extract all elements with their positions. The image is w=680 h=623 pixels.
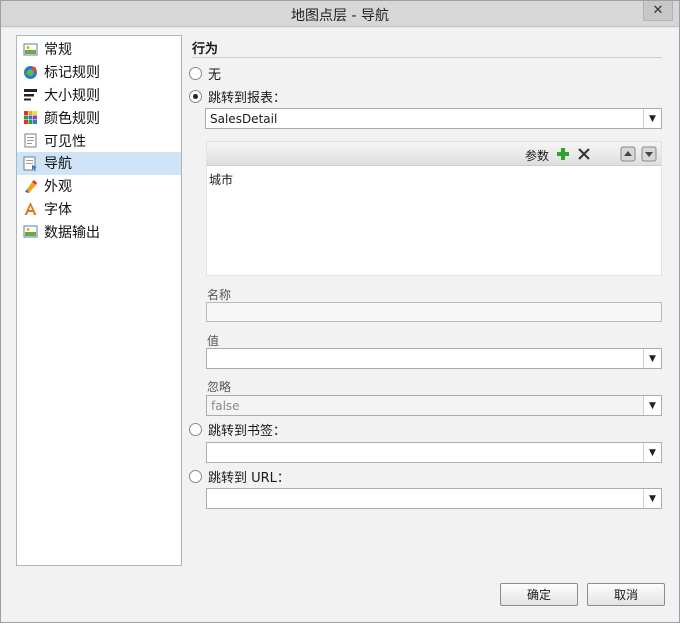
radio-url-label: 跳转到 URL： bbox=[208, 471, 290, 486]
appearance-icon bbox=[25, 179, 37, 193]
chevron-down-icon[interactable]: ▼ bbox=[643, 109, 661, 128]
section-title: 行为 bbox=[192, 42, 219, 57]
category-sidebar: 常规 标记规则 大小规则 颜色规则 可见性 导航 外观 字体 数据输出 bbox=[16, 35, 182, 566]
parameter-list-item[interactable]: 城市 bbox=[209, 171, 233, 188]
dialog-window: 地图点层 - 导航 ✕ 常规 标记规则 大小规则 颜色规则 可见性 导航 外观 … bbox=[0, 0, 680, 623]
parameter-toolbar: 参数 bbox=[207, 142, 661, 166]
sidebar-item-label: 导航 bbox=[44, 156, 72, 173]
radio-bookmark[interactable]: 跳转到书签： bbox=[189, 420, 286, 439]
name-field[interactable] bbox=[206, 302, 662, 322]
close-button[interactable]: ✕ bbox=[643, 1, 673, 21]
radio-none[interactable]: 无 bbox=[189, 64, 221, 83]
radio-none-label: 无 bbox=[208, 68, 222, 83]
sidebar-item-label: 颜色规则 bbox=[44, 110, 100, 127]
chevron-down-icon[interactable]: ▼ bbox=[643, 349, 661, 368]
chevron-down-icon[interactable]: ▼ bbox=[643, 396, 661, 415]
value-label: 值 bbox=[207, 334, 220, 348]
visibility-icon bbox=[24, 133, 37, 148]
radio-report[interactable]: 跳转到报表： bbox=[189, 87, 286, 106]
parameter-panel: 参数 城市 bbox=[206, 141, 662, 276]
color-rule-icon bbox=[24, 111, 37, 125]
sidebar-item-color-rule[interactable]: 颜色规则 bbox=[17, 106, 181, 129]
add-parameter-icon[interactable] bbox=[555, 146, 571, 162]
data-output-icon bbox=[23, 225, 38, 238]
omit-select-value: false bbox=[211, 398, 240, 413]
radio-bookmark-circle[interactable] bbox=[189, 423, 202, 436]
radio-bookmark-label: 跳转到书签： bbox=[208, 424, 287, 439]
radio-report-circle[interactable] bbox=[189, 90, 202, 103]
dialog-content: 常规 标记规则 大小规则 颜色规则 可见性 导航 外观 字体 数据输出 行为 无… bbox=[1, 28, 679, 622]
delete-parameter-icon[interactable] bbox=[576, 146, 592, 162]
navigation-icon bbox=[23, 156, 37, 171]
general-icon bbox=[23, 43, 38, 56]
font-icon bbox=[24, 202, 37, 216]
sidebar-item-marker-rule[interactable]: 标记规则 bbox=[17, 61, 181, 84]
radio-report-label: 跳转到报表： bbox=[208, 91, 287, 106]
sidebar-item-font[interactable]: 字体 bbox=[17, 198, 181, 221]
omit-label: 忽略 bbox=[207, 380, 232, 394]
value-select[interactable]: ▼ bbox=[206, 348, 662, 369]
sidebar-item-label: 数据输出 bbox=[44, 224, 100, 241]
name-label: 名称 bbox=[207, 288, 232, 302]
size-rule-icon bbox=[24, 89, 37, 101]
title-bar: 地图点层 - 导航 ✕ bbox=[1, 1, 679, 27]
report-select-value: SalesDetail bbox=[210, 111, 278, 126]
marker-rule-icon bbox=[24, 65, 37, 79]
sidebar-item-label: 常规 bbox=[44, 42, 72, 59]
omit-select[interactable]: false ▼ bbox=[206, 395, 662, 416]
parameter-toolbar-label: 参数 bbox=[525, 149, 550, 163]
report-select[interactable]: SalesDetail ▼ bbox=[205, 108, 662, 129]
sidebar-item-label: 可见性 bbox=[44, 133, 86, 150]
move-down-icon[interactable] bbox=[641, 146, 657, 162]
sidebar-item-label: 外观 bbox=[44, 179, 72, 196]
window-title: 地图点层 - 导航 bbox=[291, 8, 389, 24]
chevron-down-icon[interactable]: ▼ bbox=[643, 443, 661, 462]
chevron-down-icon[interactable]: ▼ bbox=[643, 489, 661, 508]
section-divider bbox=[192, 57, 662, 58]
bookmark-select[interactable]: ▼ bbox=[206, 442, 662, 463]
url-select[interactable]: ▼ bbox=[206, 488, 662, 509]
sidebar-item-appearance[interactable]: 外观 bbox=[17, 175, 181, 198]
sidebar-item-label: 字体 bbox=[44, 201, 72, 218]
sidebar-item-data-output[interactable]: 数据输出 bbox=[17, 220, 181, 243]
sidebar-item-size-rule[interactable]: 大小规则 bbox=[17, 84, 181, 107]
sidebar-item-visibility[interactable]: 可见性 bbox=[17, 129, 181, 152]
radio-url-circle[interactable] bbox=[189, 470, 202, 483]
sidebar-item-label: 标记规则 bbox=[44, 65, 100, 82]
radio-url[interactable]: 跳转到 URL： bbox=[189, 467, 290, 486]
cancel-button[interactable]: 取消 bbox=[587, 583, 665, 606]
radio-none-circle[interactable] bbox=[189, 67, 202, 80]
sidebar-item-general[interactable]: 常规 bbox=[17, 38, 181, 61]
ok-button[interactable]: 确定 bbox=[500, 583, 578, 606]
sidebar-item-navigation[interactable]: 导航 bbox=[17, 151, 181, 175]
move-up-icon[interactable] bbox=[620, 146, 636, 162]
sidebar-item-label: 大小规则 bbox=[44, 87, 100, 104]
close-icon: ✕ bbox=[652, 3, 664, 18]
